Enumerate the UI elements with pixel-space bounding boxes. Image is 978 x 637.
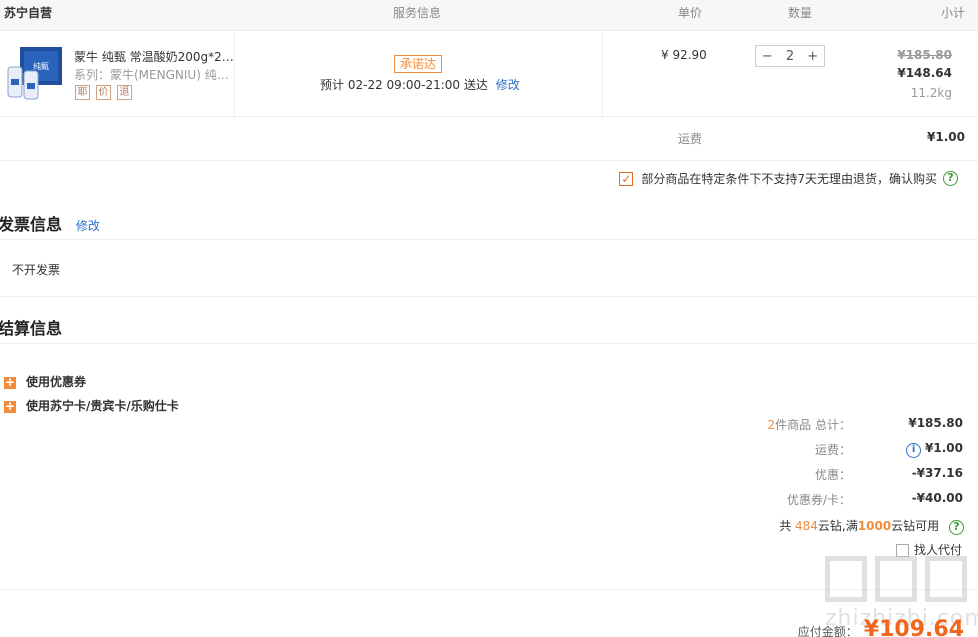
qty-value[interactable]: 2	[779, 49, 802, 64]
card-option[interactable]: + 使用苏宁卡/贵宾卡/乐购仕卡	[4, 397, 179, 414]
cart-header: 苏宁自营 服务信息 单价 数量 小计	[0, 0, 978, 31]
summary-discount: 优惠： -¥37.16	[814, 466, 963, 482]
expand-plus-icon[interactable]: +	[4, 400, 16, 413]
item-subtotal: ¥148.64	[897, 66, 952, 80]
summary-total: 2件商品 总计： ¥185.80	[767, 416, 963, 432]
invoice-title: 发票信息	[0, 215, 63, 234]
product-thumbnail[interactable]: 纯甄	[6, 45, 64, 101]
col-service: 服务信息	[393, 6, 442, 20]
price-protect-icon: 价	[96, 85, 111, 100]
service-icon-1: 耶	[75, 85, 90, 100]
qty-plus-button[interactable]: +	[801, 49, 824, 64]
coupon-option[interactable]: + 使用优惠券	[4, 373, 86, 390]
eta-edit-link[interactable]: 修改	[496, 78, 520, 92]
unit-price: ¥ 92.90	[661, 48, 707, 62]
summary-coupon: 优惠券/卡： -¥40.00	[786, 491, 963, 507]
col-unit-price: 单价	[678, 6, 703, 20]
confirm-checkbox[interactable]: ✓	[619, 171, 634, 186]
shipping-value: ¥1.00	[927, 130, 965, 144]
item-weight: 11.2kg	[910, 86, 952, 100]
settle-title: 结算信息	[0, 319, 63, 338]
invoice-edit-link[interactable]: 修改	[76, 219, 100, 233]
qty-minus-button[interactable]: −	[756, 49, 779, 64]
invoice-section: 发票信息 修改	[0, 211, 100, 235]
delivery-eta: 预计 02-22 09:00-21:00 送达 修改	[320, 78, 520, 92]
summary-diamonds: 共 484云钻,满1000云钻可用 ?	[779, 517, 964, 535]
payable-amount: 应付金额： ¥109.64	[797, 617, 964, 637]
help-icon[interactable]: ?	[949, 520, 964, 535]
return-icon: 退	[117, 85, 132, 100]
quantity-stepper: − 2 +	[755, 45, 825, 67]
product-title[interactable]: 蒙牛 纯甄 常温酸奶200g*24…	[74, 48, 234, 65]
store-name: 苏宁自营	[4, 6, 53, 20]
product-series: 系列：蒙牛(MENGNIU) 纯…	[74, 68, 229, 82]
col-subtotal: 小计	[941, 6, 966, 20]
info-icon[interactable]: i	[906, 443, 922, 458]
confirm-text: 部分商品在特定条件下不支持7天无理由退货，确认购买	[641, 172, 937, 186]
help-icon[interactable]: ?	[943, 171, 958, 186]
col-quantity: 数量	[788, 6, 813, 20]
invoice-value: 不开发票	[12, 263, 61, 277]
shipping-label: 运费	[678, 132, 703, 146]
return-policy-confirm: ✓ 部分商品在特定条件下不支持7天无理由退货，确认购买 ?	[619, 170, 958, 187]
svg-text:纯甄: 纯甄	[33, 61, 49, 71]
original-subtotal: ¥185.80	[897, 48, 952, 62]
cart-item-row: 纯甄 蒙牛 纯甄 常温酸奶200g*24… 系列：蒙牛(MENGNIU) 纯… …	[0, 31, 978, 117]
expand-plus-icon[interactable]: +	[4, 376, 16, 389]
summary-shipping: 运费： i ¥1.00	[814, 441, 963, 458]
delivery-badge: 承诺达	[394, 55, 443, 73]
shipping-row: 运费 ¥1.00	[0, 117, 978, 161]
